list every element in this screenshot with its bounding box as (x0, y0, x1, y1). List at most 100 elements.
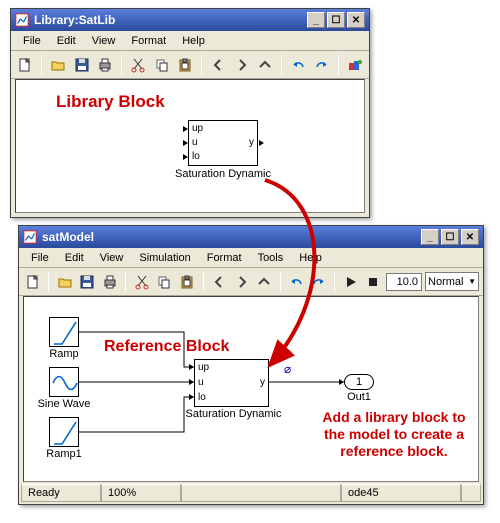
open-button[interactable] (48, 54, 68, 76)
outport-label: Out1 (339, 391, 379, 403)
menu-file[interactable]: File (15, 33, 49, 49)
cut-button[interactable] (132, 271, 151, 293)
menu-edit[interactable]: Edit (49, 33, 84, 49)
maximize-button[interactable]: ☐ (441, 229, 459, 245)
print-button[interactable] (100, 271, 119, 293)
paste-button[interactable] (175, 54, 195, 76)
port-arrow-icon (183, 154, 188, 160)
ramp1-block[interactable] (49, 417, 79, 447)
print-button[interactable] (95, 54, 115, 76)
ramp1-label: Ramp1 (39, 448, 89, 460)
signal-arrow-icon (189, 394, 194, 400)
instruction-annotation: Add a library block to the model to crea… (314, 409, 474, 459)
paste-button[interactable] (177, 271, 196, 293)
link-badge-icon: ⌀ (284, 362, 291, 376)
ramp-block[interactable] (49, 317, 79, 347)
port-arrow-icon (183, 140, 188, 146)
status-ready: Ready (21, 484, 101, 502)
menu-file[interactable]: File (23, 250, 57, 266)
minimize-button[interactable]: _ (421, 229, 439, 245)
library-window: Library:SatLib _ ☐ ✕ File Edit View Form… (10, 8, 370, 218)
stop-time-input[interactable] (386, 273, 422, 291)
forward-button[interactable] (232, 54, 252, 76)
menu-edit[interactable]: Edit (57, 250, 92, 266)
status-zoom: 100% (101, 484, 181, 502)
up-button[interactable] (254, 271, 273, 293)
model-window: satModel _ ☐ ✕ File Edit View Simulation… (18, 225, 484, 505)
window-title: Library:SatLib (34, 13, 307, 27)
port-u-label: u (198, 377, 204, 388)
menu-help[interactable]: Help (291, 250, 330, 266)
status-bar: Ready 100% ode45 (21, 484, 481, 502)
port-y-label: y (249, 137, 254, 148)
undo-button[interactable] (287, 271, 306, 293)
back-button[interactable] (210, 271, 229, 293)
close-button[interactable]: ✕ (347, 12, 365, 28)
title-bar[interactable]: Library:SatLib _ ☐ ✕ (11, 9, 369, 31)
app-icon (15, 13, 29, 27)
menu-format[interactable]: Format (199, 250, 250, 266)
model-canvas[interactable]: Ramp Sine Wave Ramp1 Reference Block up … (23, 296, 479, 482)
run-button[interactable] (341, 271, 360, 293)
menu-bar: File Edit View Format Help (11, 31, 369, 51)
window-title: satModel (42, 230, 421, 244)
menu-view[interactable]: View (92, 250, 132, 266)
up-button[interactable] (255, 54, 275, 76)
library-canvas[interactable]: Library Block up u lo y Saturation Dynam… (15, 79, 365, 213)
outport-block[interactable]: 1 (344, 374, 374, 390)
ramp-label: Ramp (39, 348, 89, 360)
port-lo-label: lo (192, 151, 200, 162)
forward-button[interactable] (232, 271, 251, 293)
saturation-dynamic-block[interactable]: up u lo y (194, 359, 269, 407)
save-button[interactable] (78, 271, 97, 293)
reference-block-annotation: Reference Block (104, 337, 229, 356)
sine-wave-block[interactable] (49, 367, 79, 397)
toolbar (11, 51, 369, 79)
copy-button[interactable] (155, 271, 174, 293)
saturation-dynamic-block[interactable]: up u lo y (188, 120, 258, 166)
sim-mode-select[interactable]: Normal▼ (425, 272, 479, 291)
sat-block-label: Saturation Dynamic (176, 408, 291, 420)
port-y-label: y (260, 377, 265, 388)
toolbar: Normal▼ (19, 268, 483, 296)
signal-arrow-icon (189, 379, 194, 385)
maximize-button[interactable]: ☐ (327, 12, 345, 28)
block-label: Saturation Dynamic (168, 168, 278, 180)
status-spacer (181, 484, 341, 502)
new-button[interactable] (23, 271, 42, 293)
sim-mode-value: Normal (428, 276, 463, 288)
title-bar[interactable]: satModel _ ☐ ✕ (19, 226, 483, 248)
port-lo-label: lo (198, 392, 206, 403)
status-solver: ode45 (341, 484, 461, 502)
menu-simulation[interactable]: Simulation (131, 250, 198, 266)
port-up-label: up (198, 362, 209, 373)
port-u-label: u (192, 137, 198, 148)
status-grip (461, 484, 481, 502)
open-button[interactable] (55, 271, 74, 293)
new-button[interactable] (15, 54, 35, 76)
menu-help[interactable]: Help (174, 33, 213, 49)
menu-bar: File Edit View Simulation Format Tools H… (19, 248, 483, 268)
stop-button[interactable] (364, 271, 383, 293)
back-button[interactable] (208, 54, 228, 76)
port-arrow-icon (259, 140, 264, 146)
menu-view[interactable]: View (84, 33, 124, 49)
library-browser-button[interactable] (345, 54, 365, 76)
outport-number: 1 (356, 376, 362, 388)
minimize-button[interactable]: _ (307, 12, 325, 28)
cut-button[interactable] (128, 54, 148, 76)
signal-arrow-icon (189, 364, 194, 370)
port-up-label: up (192, 123, 203, 134)
save-button[interactable] (72, 54, 92, 76)
redo-button[interactable] (311, 54, 331, 76)
close-button[interactable]: ✕ (461, 229, 479, 245)
sine-wave-label: Sine Wave (34, 398, 94, 410)
app-icon (23, 230, 37, 244)
copy-button[interactable] (152, 54, 172, 76)
menu-tools[interactable]: Tools (250, 250, 292, 266)
redo-button[interactable] (309, 271, 328, 293)
undo-button[interactable] (288, 54, 308, 76)
port-arrow-icon (183, 126, 188, 132)
menu-format[interactable]: Format (123, 33, 174, 49)
library-block-annotation: Library Block (56, 92, 165, 112)
